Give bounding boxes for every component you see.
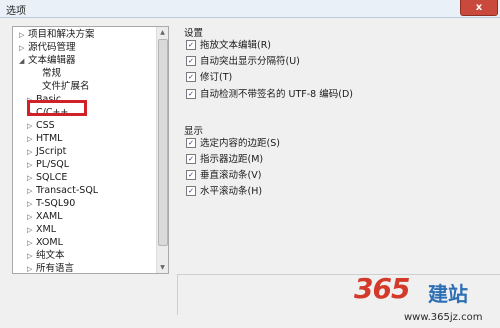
option-row[interactable]: ✓ 拖放文本编辑(R): [186, 39, 272, 52]
option-label: 指示器边距(M): [200, 154, 264, 165]
option-label: 自动突出显示分隔符(U): [200, 56, 300, 67]
expand-arrow-icon[interactable]: ▷: [19, 29, 28, 41]
expand-arrow-icon[interactable]: ▷: [27, 185, 36, 197]
checkbox[interactable]: ✓: [186, 71, 196, 82]
tree-item-label: T-SQL90: [36, 198, 76, 209]
tree-item-label: 纯文本: [36, 250, 65, 261]
tree-scrollbar[interactable]: ▲ ▼: [156, 27, 168, 273]
tree-item-label: HTML: [36, 133, 63, 144]
watermark-url: www.365jz.com: [404, 312, 483, 323]
title-bar: 选项 x: [0, 0, 500, 18]
tree-item[interactable]: ▷ SQLCE: [27, 172, 67, 184]
tree-item[interactable]: ▷ XAML: [27, 211, 63, 223]
watermark-number: 365: [354, 272, 410, 305]
settings-heading: 设置: [184, 28, 204, 39]
tree-item-label: CSS: [36, 120, 55, 131]
tree-item-label: 常规: [42, 68, 62, 79]
tree-item-label: 项目和解决方案: [28, 29, 95, 40]
tree-item-label: 所有语言: [36, 263, 75, 274]
close-button[interactable]: x: [460, 0, 498, 16]
tree-item[interactable]: ▷ T-SQL90: [27, 198, 75, 210]
tree-item-label: Transact-SQL: [36, 185, 99, 196]
tree-item[interactable]: ▷ Transact-SQL: [27, 185, 98, 197]
expand-arrow-icon[interactable]: ▷: [19, 42, 28, 54]
expand-arrow-icon[interactable]: ▷: [27, 133, 36, 145]
checkbox[interactable]: ✓: [186, 55, 196, 66]
option-label: 自动检测不带签名的 UTF-8 编码(D): [200, 89, 353, 100]
display-heading: 显示: [184, 126, 204, 137]
expand-arrow-icon[interactable]: ▷: [27, 211, 36, 223]
tree-item-label: XOML: [36, 237, 63, 248]
checkbox[interactable]: ✓: [186, 169, 196, 180]
option-row[interactable]: ✓ 水平滚动条(H): [186, 185, 263, 198]
option-label: 修订(T): [200, 72, 233, 83]
window-title: 选项: [6, 6, 26, 17]
watermark-logo: 365 建站 www.365jz.com: [352, 272, 500, 328]
option-row[interactable]: ✓ 指示器边距(M): [186, 153, 264, 166]
collapse-arrow-icon[interactable]: ◢: [19, 55, 28, 67]
tree-item[interactable]: ▷ HTML: [27, 133, 62, 145]
tree-item[interactable]: ▷ JScript: [27, 146, 66, 158]
expand-arrow-icon[interactable]: ▷: [27, 263, 36, 273]
watermark-chars: 建站: [428, 282, 468, 306]
option-label: 拖放文本编辑(R): [200, 40, 272, 51]
option-label: 选定内容的边距(S): [200, 138, 280, 149]
tree-item-label: JScript: [36, 146, 67, 157]
checkbox[interactable]: ✓: [186, 39, 196, 50]
tree-item[interactable]: ◢ 文本编辑器: [19, 55, 76, 67]
tree-item-label: 源代码管理: [28, 42, 76, 53]
tree-item[interactable]: 常规: [33, 68, 61, 80]
tree-item[interactable]: ▷ XML: [27, 224, 56, 236]
checkbox[interactable]: ✓: [186, 137, 196, 148]
expand-arrow-icon[interactable]: ▷: [27, 120, 36, 132]
close-icon: x: [475, 2, 483, 13]
checkbox[interactable]: ✓: [186, 185, 196, 196]
option-row[interactable]: ✓ 自动检测不带签名的 UTF-8 编码(D): [186, 88, 353, 101]
expand-arrow-icon[interactable]: ▷: [27, 198, 36, 210]
expand-arrow-icon[interactable]: ▷: [27, 146, 36, 158]
tree-item[interactable]: ▷ 所有语言: [27, 263, 75, 274]
tree-item[interactable]: ▷ PL/SQL: [27, 159, 69, 171]
tree-item-label: 文本编辑器: [28, 55, 76, 66]
highlight-annotation: [27, 100, 87, 116]
tree-item[interactable]: ▷ CSS: [27, 120, 55, 132]
option-row[interactable]: ✓ 修订(T): [186, 71, 233, 84]
scroll-down-icon[interactable]: ▼: [157, 262, 168, 273]
scroll-up-icon[interactable]: ▲: [157, 27, 168, 38]
option-row[interactable]: ✓ 自动突出显示分隔符(U): [186, 55, 300, 68]
tree-item[interactable]: ▷ 源代码管理: [19, 42, 76, 54]
tree-item[interactable]: ▷ 项目和解决方案: [19, 29, 95, 41]
bottom-vertical-divider: [177, 275, 178, 315]
checkbox[interactable]: ✓: [186, 153, 196, 164]
option-row[interactable]: ✓ 选定内容的边距(S): [186, 137, 280, 150]
expand-arrow-icon[interactable]: ▷: [27, 237, 36, 249]
expand-arrow-icon[interactable]: ▷: [27, 159, 36, 171]
option-label: 垂直滚动条(V): [200, 170, 262, 181]
scroll-thumb[interactable]: [158, 39, 168, 246]
option-row[interactable]: ✓ 垂直滚动条(V): [186, 169, 262, 182]
tree-item[interactable]: ▷ XOML: [27, 237, 63, 249]
tree-item-label: 文件扩展名: [42, 81, 90, 92]
tree-item-label: SQLCE: [36, 172, 68, 183]
options-tree[interactable]: ▷ 项目和解决方案 ▷ 源代码管理 ◢ 文本编辑器 常规 文件扩展名 ▷ Basic ▷ C/C++ ▷…: [12, 26, 169, 274]
tree-item-label: PL/SQL: [36, 159, 70, 170]
tree-item[interactable]: 文件扩展名: [33, 81, 90, 93]
tree-item-label: XML: [36, 224, 56, 235]
tree-item-label: XAML: [36, 211, 63, 222]
option-label: 水平滚动条(H): [200, 186, 263, 197]
expand-arrow-icon[interactable]: ▷: [27, 172, 36, 184]
expand-arrow-icon[interactable]: ▷: [27, 224, 36, 236]
tree-item[interactable]: ▷ 纯文本: [27, 250, 65, 262]
expand-arrow-icon[interactable]: ▷: [27, 250, 36, 262]
checkbox[interactable]: ✓: [186, 88, 196, 99]
